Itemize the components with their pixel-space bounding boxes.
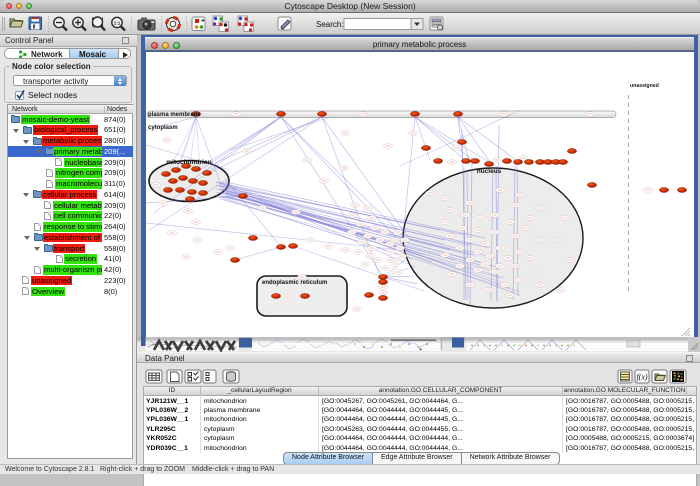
svg-text:mitochondrion: mitochondrion (166, 159, 212, 166)
svg-text:endoplasmic reticulum: endoplasmic reticulum (262, 280, 327, 286)
svg-text:cytoplasm: cytoplasm (148, 125, 178, 131)
svg-text:1:1: 1:1 (114, 21, 121, 26)
svg-text:nucleus: nucleus (477, 168, 502, 175)
svg-text:plasma membrane: plasma membrane (148, 112, 201, 118)
svg-text:unassigned: unassigned (630, 83, 659, 89)
svg-text:f(x): f(x) (636, 373, 647, 382)
svg-text:Search:: Search: (316, 20, 344, 29)
